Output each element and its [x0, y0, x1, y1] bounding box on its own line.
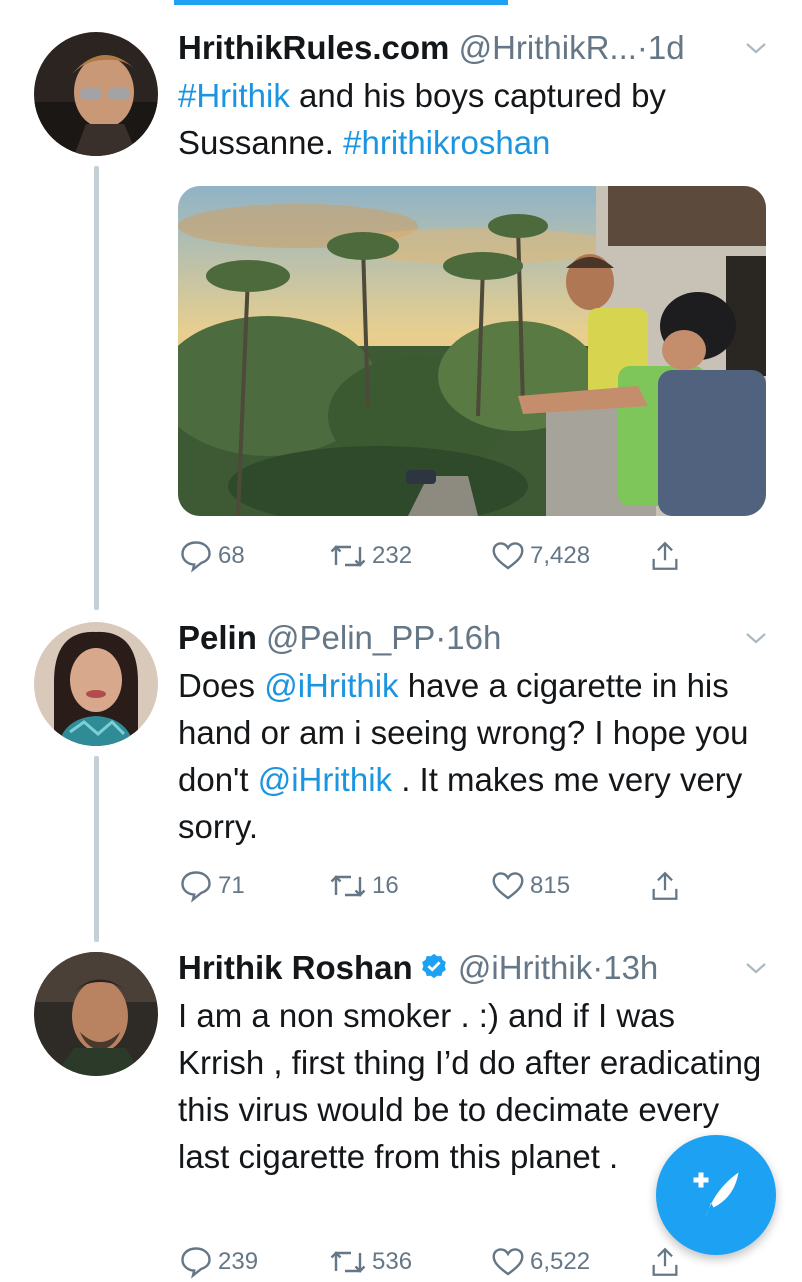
like-count: 7,428 — [530, 542, 591, 569]
tweet-header: HrithikRules.com @HrithikR...·1d — [178, 28, 766, 68]
like-button[interactable]: 815 — [490, 866, 570, 906]
share-icon — [652, 871, 678, 900]
timestamp[interactable]: 13h — [603, 949, 658, 986]
like-icon — [492, 1248, 524, 1276]
retweet-count: 16 — [372, 872, 399, 899]
like-count: 6,522 — [530, 1248, 591, 1275]
text-run: Does — [178, 667, 265, 704]
compose-tweet-button[interactable] — [656, 1135, 776, 1255]
like-button[interactable]: 7,428 — [490, 536, 590, 576]
retweet-icon — [330, 1251, 366, 1273]
retweet-count: 232 — [372, 542, 413, 569]
reply-button[interactable]: 68 — [178, 536, 245, 576]
username[interactable]: @HrithikR... — [459, 29, 637, 66]
tweet-header: Hrithik Roshan @iHrithik·13h — [178, 948, 766, 988]
compose-tweet-icon — [693, 1172, 739, 1218]
separator-dot: · — [435, 619, 447, 656]
retweet-icon — [330, 875, 366, 897]
display-name[interactable]: Pelin — [178, 619, 257, 656]
tweet-actions: 239 536 6,522 — [178, 1242, 698, 1282]
text-run: rom this planet . — [383, 1138, 619, 1175]
reply-button[interactable]: 71 — [178, 866, 245, 906]
username[interactable]: @iHrithik — [458, 949, 592, 986]
hashtag-link[interactable]: #hrithikroshan — [343, 124, 550, 161]
retweet-icon — [330, 545, 366, 567]
username[interactable]: @Pelin_PP — [266, 619, 435, 656]
tab-active-indicator — [174, 0, 508, 5]
chevron-down-icon[interactable] — [744, 36, 768, 60]
reply-count: 239 — [218, 1248, 259, 1275]
tweet-header: Pelin @Pelin_PP·16h — [178, 618, 766, 658]
timestamp[interactable]: 1d — [648, 29, 685, 66]
share-button[interactable] — [648, 866, 686, 906]
tweet-actions: 71 16 815 — [178, 866, 698, 906]
share-icon — [652, 1247, 678, 1276]
timestamp[interactable]: 16h — [446, 619, 501, 656]
avatar[interactable] — [34, 32, 158, 156]
display-name[interactable]: HrithikRules.com — [178, 29, 449, 66]
retweet-count: 536 — [372, 1248, 413, 1275]
tweet-photo[interactable] — [178, 186, 766, 516]
hashtag-link[interactable]: #Hrithik — [178, 77, 290, 114]
tweet-text: Does @iHrithik have a cigarette in his h… — [178, 662, 763, 850]
reply-count: 71 — [218, 872, 245, 899]
share-button[interactable] — [648, 1242, 686, 1282]
display-name[interactable]: Hrithik Roshan — [178, 949, 413, 986]
thread-connector — [94, 756, 99, 942]
retweet-button[interactable]: 16 — [328, 866, 399, 906]
like-icon — [492, 542, 524, 570]
like-count: 815 — [530, 872, 571, 899]
verified-badge-icon — [421, 953, 446, 979]
share-button[interactable] — [648, 536, 686, 576]
retweet-button[interactable]: 536 — [328, 1242, 412, 1282]
mention-link[interactable]: @iHrithik — [258, 761, 392, 798]
avatar[interactable] — [34, 622, 158, 746]
reply-icon — [181, 871, 211, 903]
reply-icon — [181, 541, 211, 573]
mention-link[interactable]: @iHrithik — [264, 667, 398, 704]
like-button[interactable]: 6,522 — [490, 1242, 590, 1282]
reply-icon — [181, 1247, 211, 1279]
avatar[interactable] — [34, 952, 158, 1076]
like-icon — [492, 872, 524, 900]
separator-dot: · — [636, 29, 648, 66]
reply-count: 68 — [218, 542, 245, 569]
retweet-button[interactable]: 232 — [328, 536, 412, 576]
separator-dot: · — [592, 949, 604, 986]
reply-button[interactable]: 239 — [178, 1242, 258, 1282]
share-icon — [652, 541, 678, 570]
chevron-down-icon[interactable] — [744, 626, 768, 650]
tweet-text: #Hrithik and his boys captured by Sussan… — [178, 72, 763, 166]
tweet-actions: 68 232 7,428 — [178, 536, 698, 576]
chevron-down-icon[interactable] — [744, 956, 768, 980]
thread-connector — [94, 166, 99, 610]
